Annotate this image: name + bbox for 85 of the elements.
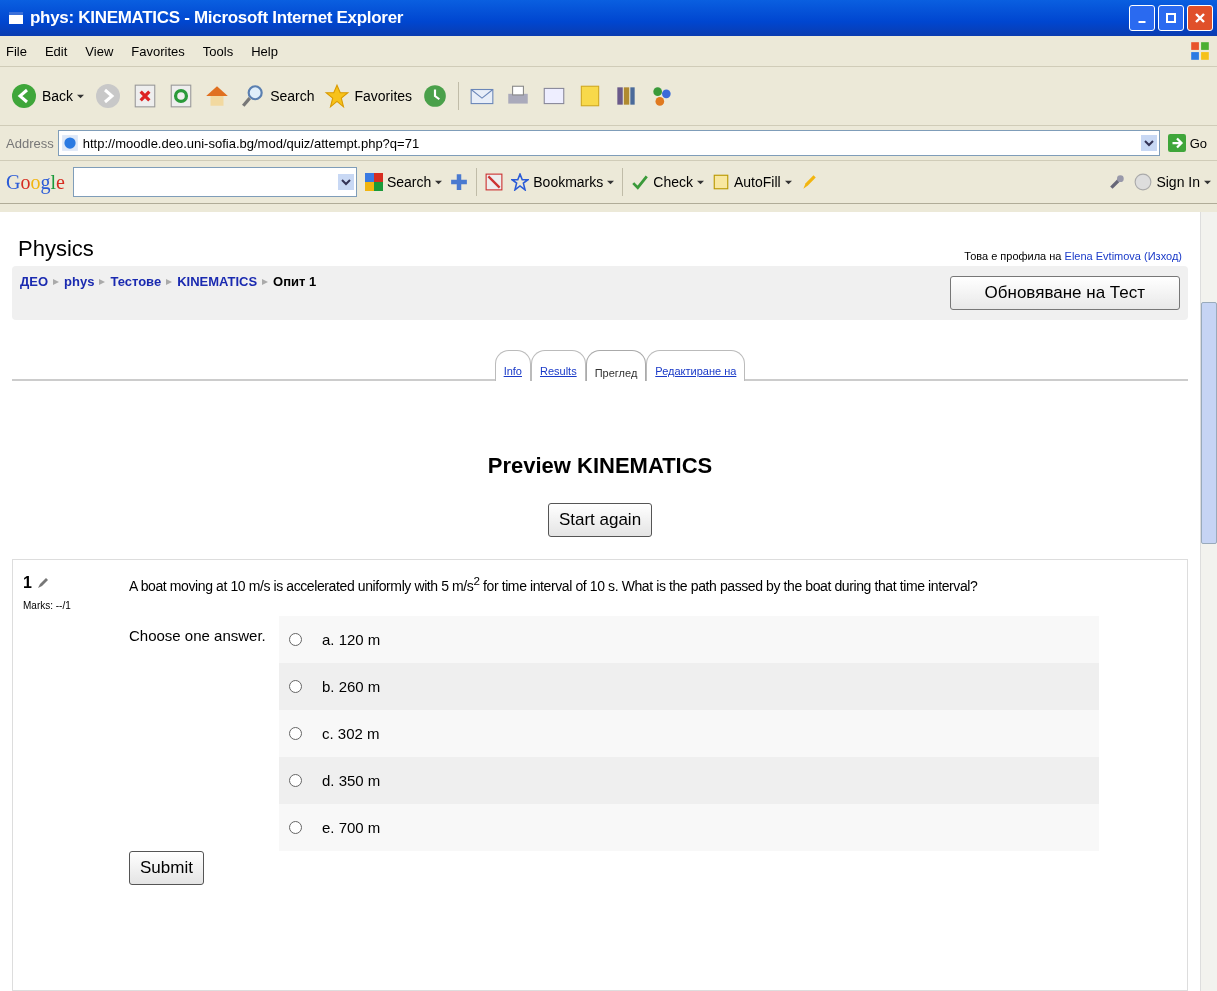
answer-option[interactable]: a. 120 m xyxy=(322,630,381,648)
current-page-label: Опит 1 xyxy=(273,274,317,289)
star-icon xyxy=(324,83,351,109)
squares-icon xyxy=(364,173,383,191)
caret-icon xyxy=(784,178,792,186)
vertical-scrollbar[interactable] xyxy=(1200,212,1217,991)
breadcrumb-separator-icon xyxy=(165,277,174,286)
google-search-field[interactable] xyxy=(72,167,357,197)
caret-icon xyxy=(607,178,615,186)
browser-icon xyxy=(8,10,24,26)
menu-item[interactable]: File xyxy=(6,43,27,59)
question-number: 1 xyxy=(23,574,32,592)
back-button[interactable]: Back xyxy=(10,82,85,110)
menu-item[interactable]: Favorites xyxy=(131,43,185,59)
breadcrumb-separator-icon xyxy=(98,277,107,286)
radio-button[interactable] xyxy=(289,726,302,740)
spell-check-button[interactable]: Check xyxy=(631,173,704,191)
answer-option[interactable]: d. 350 m xyxy=(322,771,381,789)
user-info: Това е профила на Elena Evtimova (Изход) xyxy=(964,250,1182,262)
dropdown-icon[interactable] xyxy=(1140,135,1157,151)
address-label: Address xyxy=(6,135,54,151)
close-icon xyxy=(1194,12,1206,24)
user-link[interactable]: Elena Evtimova xyxy=(1064,250,1141,262)
caret-icon xyxy=(435,178,443,186)
update-quiz-button[interactable]: Обновяване на Тест xyxy=(949,276,1180,310)
edit-pencil-icon[interactable] xyxy=(35,576,50,590)
plus-icon[interactable] xyxy=(450,173,469,191)
history-icon[interactable] xyxy=(422,83,449,109)
tab[interactable]: Results xyxy=(531,350,586,381)
breadcrumb-link[interactable]: KINEMATICS xyxy=(177,274,258,289)
marks-label: Marks: --/1 xyxy=(23,600,72,611)
site-title: Physics xyxy=(18,236,94,262)
radio-button[interactable] xyxy=(289,632,302,646)
tab[interactable]: Info xyxy=(494,350,531,381)
question-text: A boat moving at 10 m/s is accelerated uniformly with 5 m/s$^{2}$ for time interval of 10 s. What is the path passed by the boat during that time interval? xyxy=(129,574,978,594)
breadcrumb-separator-icon xyxy=(52,277,61,286)
checkmark-icon xyxy=(631,173,650,191)
sign-in-button[interactable]: Sign In xyxy=(1134,173,1211,191)
caret-icon xyxy=(1204,178,1211,186)
breadcrumb-separator-icon xyxy=(261,277,270,286)
answer-option[interactable]: c. 302 m xyxy=(322,724,380,742)
bookmarks-button[interactable]: Bookmarks xyxy=(511,173,615,191)
menu-item[interactable]: Tools xyxy=(202,43,234,59)
radio-button[interactable] xyxy=(289,773,302,787)
go-button[interactable]: Go xyxy=(1163,134,1211,152)
windows-logo-icon xyxy=(1189,40,1211,62)
scrollbar-thumb[interactable] xyxy=(1201,302,1217,544)
popup-blocker-icon[interactable] xyxy=(485,173,504,191)
page-icon xyxy=(60,134,79,152)
tab[interactable]: Преглед xyxy=(585,350,647,381)
favorites-button[interactable]: Favorites xyxy=(324,83,413,109)
answer-prompt: Choose one answer. xyxy=(129,625,267,646)
page-heading: Preview KINEMATICS xyxy=(486,453,714,479)
breadcrumb-link[interactable]: ДЕО xyxy=(20,274,49,289)
breadcrumb-link[interactable]: phys xyxy=(64,274,95,289)
tab[interactable]: Редактиране на xyxy=(646,350,746,381)
form-icon xyxy=(712,173,730,191)
wrench-icon[interactable] xyxy=(1108,173,1127,191)
minimize-icon xyxy=(1138,21,1146,23)
answer-option[interactable]: b. 260 m xyxy=(322,677,381,695)
search-button[interactable]: Search xyxy=(240,83,315,109)
minimize-button[interactable] xyxy=(1129,5,1155,31)
caret-icon xyxy=(77,92,85,100)
menu-item[interactable]: View xyxy=(85,43,114,59)
menu-item[interactable]: Edit xyxy=(44,43,68,59)
dropdown-icon[interactable] xyxy=(337,174,354,190)
maximize-icon xyxy=(1165,12,1177,24)
window-title: phys: KINEMATICS - Microsoft Internet Explorer xyxy=(30,8,404,28)
submit-button[interactable]: Submit xyxy=(129,850,204,885)
breadcrumb-link[interactable]: Тестове xyxy=(110,274,162,289)
answer-option[interactable]: e. 700 m xyxy=(322,818,381,836)
start-again-button[interactable]: Start again xyxy=(547,503,653,537)
radio-button[interactable] xyxy=(289,820,302,834)
circle-icon xyxy=(1134,173,1153,191)
logout-link[interactable]: (Изход) xyxy=(1144,250,1182,262)
star-icon xyxy=(511,173,530,191)
autofill-button[interactable]: AutoFill xyxy=(712,173,792,191)
menu-item[interactable]: Help xyxy=(251,43,278,59)
google-logo: Google xyxy=(6,170,65,194)
address-field[interactable]: http://moodle.deo.uni-sofia.bg/mod/quiz/attempt.php?q=71 xyxy=(57,130,1160,156)
caret-icon xyxy=(697,178,704,186)
radio-button[interactable] xyxy=(289,679,302,693)
close-button[interactable] xyxy=(1187,5,1213,31)
google-search-button[interactable]: Search xyxy=(364,173,443,191)
maximize-button[interactable] xyxy=(1158,5,1184,31)
